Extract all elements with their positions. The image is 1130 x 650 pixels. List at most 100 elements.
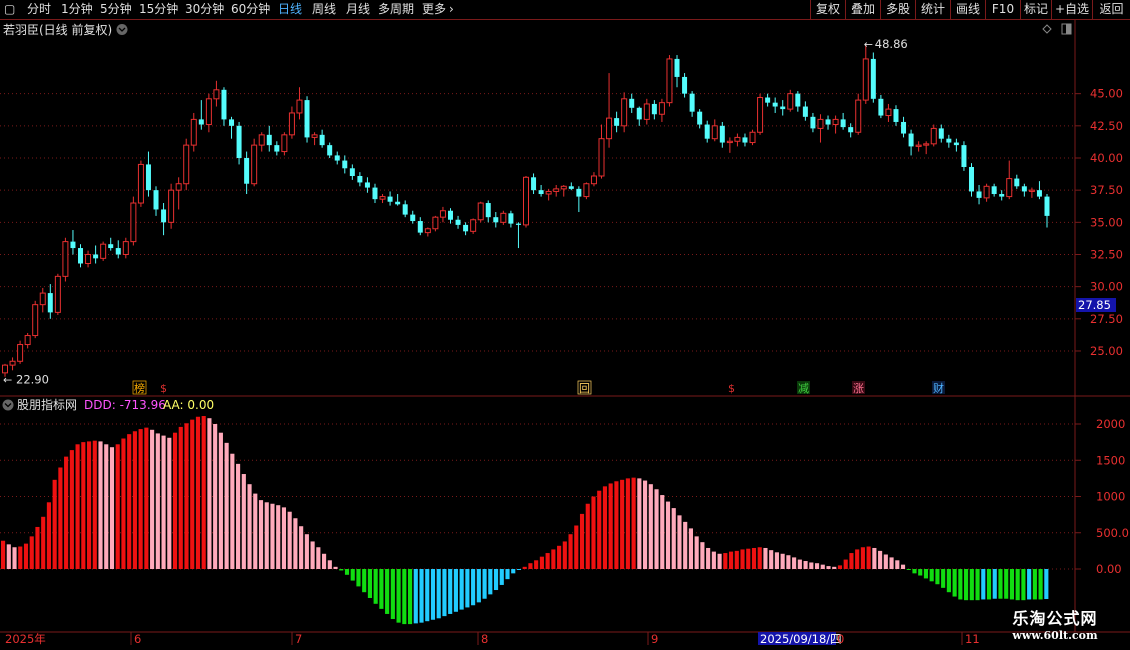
candle-body (108, 244, 114, 249)
candle-body (704, 124, 710, 139)
indicator-bar (958, 569, 963, 600)
indicator-bar (1, 540, 6, 569)
candle-body (538, 190, 544, 195)
candle-body (734, 136, 741, 142)
event-marker[interactable]: 减 (797, 381, 810, 395)
indicator-bar (270, 503, 275, 569)
candle-body (651, 103, 657, 115)
candle (961, 141, 967, 171)
candle-body (908, 133, 914, 147)
candle (477, 201, 484, 223)
indicator-bar (172, 432, 178, 569)
indicator-bar (52, 479, 57, 569)
watermark: 乐淘公式网 www.60lt.com (990, 609, 1120, 647)
candle-body (424, 228, 431, 234)
indicator-bar (1015, 569, 1020, 601)
candle-body (364, 182, 370, 188)
dollar-marker[interactable]: $ (728, 382, 735, 395)
candle-body (643, 103, 650, 120)
indicator-bar (557, 545, 562, 569)
indicator-bar (459, 569, 464, 610)
price-tick-label: 42.50 (1090, 119, 1123, 133)
indicator-bar (1038, 569, 1043, 600)
candle-body (244, 157, 250, 184)
indicator-tick-label: 1500 (1096, 453, 1125, 467)
indicator-tick-label: 500.0 (1096, 526, 1129, 540)
dollar-marker[interactable]: $ (160, 382, 167, 395)
indicator-bar (946, 569, 951, 593)
indicator-bar (964, 569, 969, 601)
indicator-bar (952, 569, 957, 597)
candle-body (62, 241, 69, 277)
indicator-bar (878, 550, 883, 569)
indicator-bar (941, 569, 946, 588)
indicator-bar (597, 490, 602, 569)
indicator-bar (579, 513, 585, 569)
candle-body (85, 253, 92, 264)
candle-body (485, 203, 491, 218)
indicator-bar (362, 569, 367, 593)
indicator-bar (488, 569, 493, 595)
price-tick-label: 32.50 (1090, 247, 1123, 261)
indicator-bar (241, 474, 246, 569)
indicator-bar (820, 564, 825, 569)
candle-body (848, 127, 854, 133)
indicator-bar (18, 546, 23, 569)
event-marker[interactable]: 榜 (132, 380, 147, 395)
candle-body (825, 119, 831, 125)
candle (168, 183, 175, 229)
indicator-bar (58, 467, 63, 569)
event-marker[interactable]: 回 (577, 380, 592, 395)
candle-body (523, 176, 529, 226)
candle-body (508, 213, 514, 224)
indicator-bar (545, 553, 550, 569)
price-tick-label: 37.50 (1090, 183, 1123, 197)
low-arrow-icon: ← (3, 374, 12, 387)
candle-body (296, 99, 303, 114)
candle-body (1028, 189, 1035, 192)
candle (304, 96, 310, 143)
candle-body (2, 364, 8, 374)
candle-body (221, 89, 227, 120)
candle-body (447, 210, 453, 220)
candle-body (636, 107, 642, 120)
candle-body (976, 191, 982, 198)
candle-body (319, 134, 325, 146)
chart-title: 若羽臣(日线 前复权) (3, 22, 112, 37)
chevron-down-icon[interactable] (116, 24, 128, 35)
indicator-bar (287, 511, 292, 569)
candle-body (711, 125, 718, 140)
candle-body (463, 224, 469, 232)
indicator-bar (912, 569, 917, 574)
indicator-bar (322, 553, 327, 569)
candle-body (274, 145, 280, 152)
indicator-bar (213, 424, 218, 569)
candle-body (658, 102, 665, 115)
candle-body (802, 106, 808, 117)
candle-body (787, 93, 794, 110)
event-marker[interactable]: 涨 (852, 381, 865, 395)
candle-body (719, 125, 725, 143)
indicator-bar (258, 500, 264, 569)
candle-body (198, 119, 204, 125)
indicator-bar (585, 503, 590, 569)
indicator-bar (367, 569, 372, 598)
candle-body (357, 176, 363, 183)
indicator-bar (769, 550, 774, 569)
candle (281, 132, 288, 156)
candle (666, 55, 673, 107)
indicator-bar (992, 569, 997, 599)
indicator-bar (299, 526, 304, 569)
candle-body (810, 116, 816, 129)
marker-text: 财 (933, 381, 944, 395)
candle-body (213, 89, 220, 100)
indicator-bar (465, 569, 470, 608)
date-label: 2025年 (5, 632, 46, 646)
indicator-collapse-icon[interactable] (2, 399, 14, 411)
indicator-bar (792, 557, 797, 569)
indicator-bar (700, 542, 705, 569)
candle-body (183, 144, 190, 185)
indicator-tick-label: 1000 (1096, 490, 1125, 504)
event-marker[interactable]: 财 (932, 381, 945, 395)
indicator-bar (665, 501, 671, 569)
